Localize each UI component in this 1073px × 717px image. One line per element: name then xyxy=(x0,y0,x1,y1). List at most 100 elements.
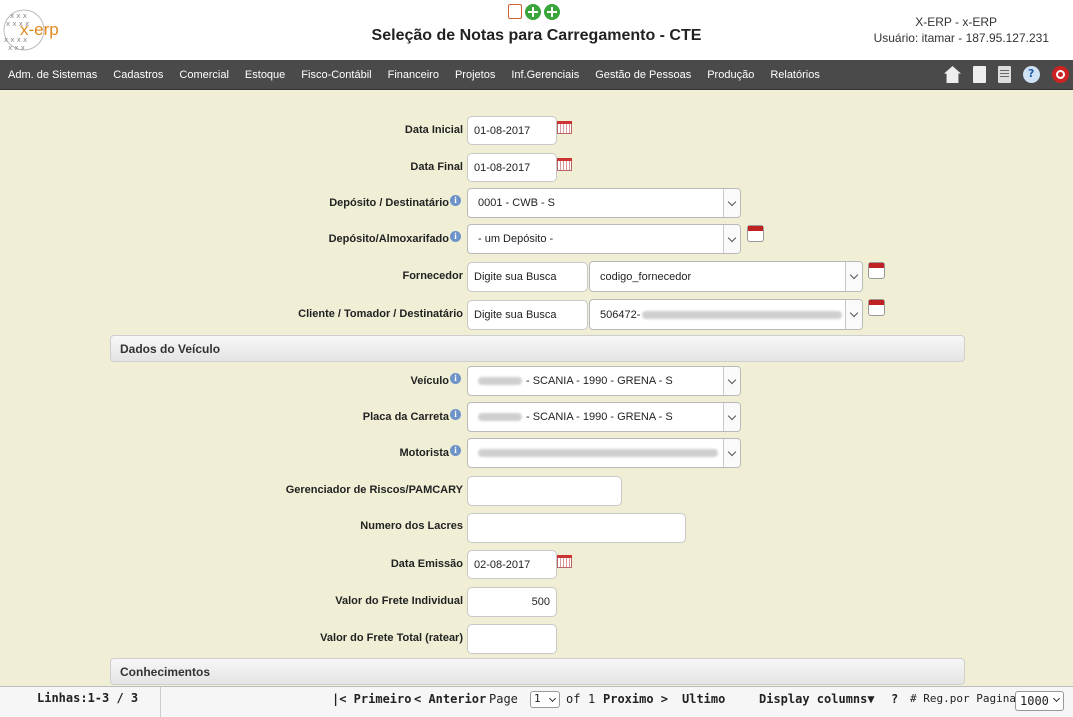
lines-info: Linhas:1-3 / 3 xyxy=(37,691,139,705)
chevron-down-icon[interactable] xyxy=(723,367,740,395)
nav-item-comercial[interactable]: Comercial xyxy=(171,69,237,81)
section-dados-veiculo[interactable]: Dados do Veículo xyxy=(110,335,965,362)
section-title: Conhecimentos xyxy=(120,664,211,679)
chevron-down-icon[interactable] xyxy=(723,225,740,253)
nav-item-producao[interactable]: Produção xyxy=(699,69,762,81)
nav-item-relatorios[interactable]: Relatórios xyxy=(762,69,828,81)
gerenciador-label: Gerenciador de Riscos/PAMCARY xyxy=(285,484,463,496)
chevron-down-icon[interactable] xyxy=(845,300,862,329)
pager-bar: Linhas:1-3 / 3 |< Primeiro < Anterior Pa… xyxy=(0,686,1073,717)
display-columns-button[interactable]: Display columns▼ xyxy=(759,692,875,706)
page-select[interactable]: 1 xyxy=(530,691,560,708)
veiculo-label: Veículo xyxy=(410,375,449,387)
next-page-button[interactable]: Proximo > xyxy=(603,692,668,706)
nav-item-estoque[interactable]: Estoque xyxy=(237,69,293,81)
calendar-icon[interactable] xyxy=(557,555,572,568)
main-navbar: Adm. de Sistemas Cadastros Comercial Est… xyxy=(0,60,1073,90)
veiculo-value: - SCANIA - 1990 - GRENA - S xyxy=(526,375,673,387)
frete-total-label: Valor do Frete Total (ratear) xyxy=(320,632,463,644)
redacted-text xyxy=(478,449,718,457)
info-icon[interactable]: i xyxy=(450,231,461,242)
cliente-select[interactable]: 506472- xyxy=(589,299,863,330)
nav-item-inf-gerenciais[interactable]: Inf.Gerenciais xyxy=(503,69,587,81)
chevron-down-icon[interactable] xyxy=(845,262,862,291)
picker-icon[interactable] xyxy=(868,262,885,279)
data-emissao-label: Data Emissão xyxy=(390,558,463,570)
help-button[interactable]: ? xyxy=(891,692,898,706)
add-icon[interactable] xyxy=(525,4,541,20)
data-final-input[interactable]: 01-08-2017 xyxy=(467,153,557,182)
document-icon[interactable] xyxy=(973,66,986,83)
nav-item-fisco-contabil[interactable]: Fisco-Contábil xyxy=(293,69,379,81)
section-conhecimentos[interactable]: Conhecimentos xyxy=(110,658,965,685)
lacres-input[interactable] xyxy=(467,513,686,543)
fornecedor-search-input[interactable]: Digite sua Busca xyxy=(467,262,588,292)
app-name: X-ERP - x-ERP xyxy=(915,15,997,29)
calendar-icon[interactable] xyxy=(557,158,572,171)
user-info: Usuário: itamar - 187.95.127.231 xyxy=(873,31,1049,45)
info-icon[interactable]: i xyxy=(450,373,461,384)
svg-text:x x x: x x x xyxy=(8,44,25,52)
nav-item-projetos[interactable]: Projetos xyxy=(447,69,503,81)
nav-item-adm-sistemas[interactable]: Adm. de Sistemas xyxy=(0,69,105,81)
redacted-text xyxy=(642,310,843,319)
rows-per-page-select[interactable]: 1000 xyxy=(1015,691,1064,711)
deposito-destinatario-value: 0001 - CWB - S xyxy=(478,197,556,209)
add-new-icon[interactable] xyxy=(544,4,560,20)
deposito-destinatario-label: Depósito / Destinatário xyxy=(329,197,449,209)
pdf-icon[interactable] xyxy=(508,4,522,19)
motorista-label: Motorista xyxy=(399,447,450,459)
data-inicial-label: Data Inicial xyxy=(404,124,463,136)
cliente-label: Cliente / Tomador / Destinatário xyxy=(298,308,463,320)
first-page-button[interactable]: |< Primeiro xyxy=(332,692,411,706)
top-toolbar xyxy=(508,4,560,20)
rows-per-page-label: # Reg.por Pagina xyxy=(910,692,1016,705)
picker-icon[interactable] xyxy=(747,225,764,242)
data-emissao-input[interactable]: 02-08-2017 xyxy=(467,550,557,579)
power-icon[interactable] xyxy=(1052,66,1069,83)
nav-menu: Adm. de Sistemas Cadastros Comercial Est… xyxy=(0,60,828,89)
picker-icon[interactable] xyxy=(868,299,885,316)
placa-carreta-label: Placa da Carreta xyxy=(362,411,449,423)
redacted-text xyxy=(478,413,522,421)
of-label: of xyxy=(566,692,581,706)
deposito-almoxarifado-label: Depósito/Almoxarifado xyxy=(328,233,449,245)
last-page-button[interactable]: Ultimo xyxy=(682,692,725,706)
calendar-icon[interactable] xyxy=(557,121,572,134)
deposito-almoxarifado-value: - um Depósito - xyxy=(478,233,554,245)
nav-icons xyxy=(944,66,1069,83)
chevron-down-icon[interactable] xyxy=(723,403,740,431)
motorista-select[interactable] xyxy=(467,438,741,468)
page-label: Page xyxy=(489,692,518,706)
frete-individual-input[interactable]: 500 xyxy=(467,587,557,617)
section-title: Dados do Veículo xyxy=(120,341,221,356)
info-icon[interactable]: i xyxy=(450,195,461,206)
nav-item-gestao-pessoas[interactable]: Gestão de Pessoas xyxy=(587,69,699,81)
placa-carreta-select[interactable]: - SCANIA - 1990 - GRENA - S xyxy=(467,402,741,432)
cliente-search-input[interactable]: Digite sua Busca xyxy=(467,300,588,330)
fornecedor-select[interactable]: codigo_fornecedor xyxy=(589,261,863,292)
data-final-label: Data Final xyxy=(410,161,463,173)
deposito-destinatario-select[interactable]: 0001 - CWB - S xyxy=(467,188,741,218)
fornecedor-value: codigo_fornecedor xyxy=(600,270,692,283)
app-header: x x xx x x x x x x xx x x x-erp Seleção … xyxy=(0,0,1073,60)
veiculo-select[interactable]: - SCANIA - 1990 - GRENA - S xyxy=(467,366,741,396)
info-icon[interactable]: i xyxy=(450,409,461,420)
home-icon[interactable] xyxy=(944,66,961,83)
help-icon[interactable] xyxy=(1023,66,1040,83)
gerenciador-input[interactable] xyxy=(467,476,622,506)
data-inicial-input[interactable]: 01-08-2017 xyxy=(467,116,557,145)
placa-carreta-value: - SCANIA - 1990 - GRENA - S xyxy=(526,411,673,423)
fornecedor-label: Fornecedor xyxy=(402,270,463,282)
report-icon[interactable] xyxy=(998,66,1011,83)
nav-item-cadastros[interactable]: Cadastros xyxy=(105,69,171,81)
previous-page-button[interactable]: < Anterior xyxy=(414,692,486,706)
chevron-down-icon[interactable] xyxy=(723,439,740,467)
divider xyxy=(160,687,161,717)
info-icon[interactable]: i xyxy=(450,445,461,456)
nav-item-financeiro[interactable]: Financeiro xyxy=(380,69,447,81)
chevron-down-icon[interactable] xyxy=(723,189,740,217)
frete-individual-label: Valor do Frete Individual xyxy=(335,595,463,607)
frete-total-input[interactable] xyxy=(467,624,557,654)
deposito-almoxarifado-select[interactable]: - um Depósito - xyxy=(467,224,741,254)
